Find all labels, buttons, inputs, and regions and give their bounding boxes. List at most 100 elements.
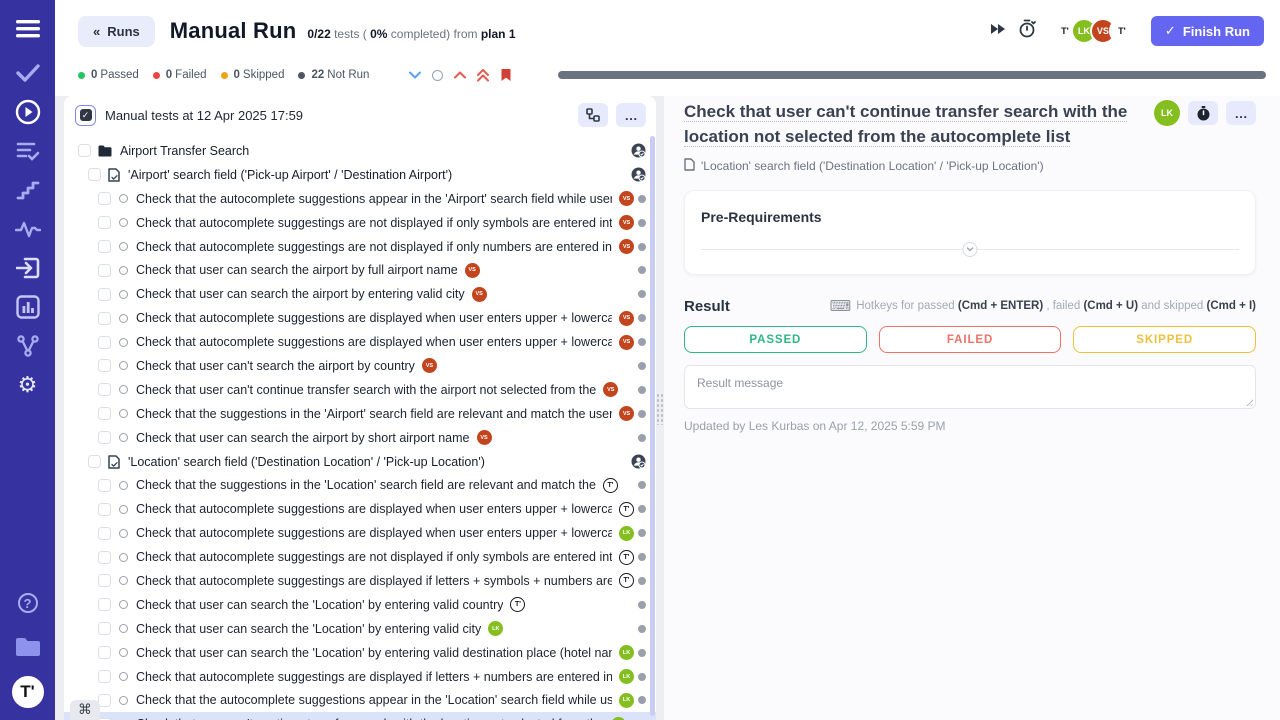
detail-more-button[interactable]: … [1226, 101, 1256, 125]
row-checkbox[interactable] [88, 455, 101, 468]
tree-row-test[interactable]: Check that autocomplete suggestings are … [64, 665, 656, 689]
assignee-avatar[interactable]: LK [1154, 100, 1180, 126]
tree-row-test[interactable]: Check that user can't continue transfer … [64, 378, 656, 402]
tree-row-test[interactable]: Check that user can't continue transfer … [64, 712, 656, 720]
row-checkbox[interactable] [98, 312, 111, 325]
workspace-avatar[interactable]: T' [12, 676, 44, 708]
tree-row-test[interactable]: Check that autocomplete suggestions are … [64, 521, 656, 545]
status-item: 0Passed [78, 69, 139, 81]
verdict-button-passed[interactable]: PASSED [684, 326, 867, 353]
row-checkbox[interactable] [98, 551, 111, 564]
tree-row-section[interactable]: 'Airport' search field ('Pick-up Airport… [64, 163, 656, 187]
chevrons-left-icon: « [93, 24, 100, 39]
pre-requirements-card: Pre-Requirements [684, 190, 1256, 275]
row-checkbox[interactable] [78, 144, 91, 157]
test-name: Check that autocomplete suggestings are … [136, 670, 612, 684]
assignee-icon[interactable] [631, 454, 646, 469]
run-meta-segment: 0/22 [307, 27, 330, 41]
filter-bookmark-icon[interactable] [500, 68, 512, 82]
row-checkbox[interactable] [88, 168, 101, 181]
assignee-icon[interactable] [631, 167, 646, 182]
tree-more-button[interactable]: … [616, 103, 646, 127]
row-checkbox[interactable] [98, 503, 111, 516]
analytics-chart-icon[interactable] [15, 294, 41, 320]
filter-double-chevron-up-icon[interactable] [477, 69, 489, 82]
result-message-input[interactable] [684, 365, 1256, 409]
assignee-icon[interactable] [631, 143, 646, 158]
tree-row-test[interactable]: Check that user can search the airport b… [64, 426, 656, 450]
row-checkbox[interactable] [98, 264, 111, 277]
status-row: 0Passed0Failed0Skipped22Not Run [55, 62, 1280, 96]
branches-git-icon[interactable] [15, 333, 41, 359]
back-to-runs-button[interactable]: « Runs [78, 16, 155, 47]
finish-run-button[interactable]: ✓ Finish Run [1151, 16, 1264, 46]
test-title[interactable]: Check that user can't continue transfer … [684, 100, 1127, 149]
projects-folder-icon[interactable] [15, 634, 41, 660]
tree-row-section[interactable]: 'Location' search field ('Destination Lo… [64, 450, 656, 474]
run-meta-segment: plan 1 [481, 27, 516, 41]
status-dot-icon [153, 72, 160, 79]
shared-steps-list-icon[interactable] [15, 138, 41, 164]
fast-forward-icon[interactable] [990, 22, 1006, 40]
select-all-checkbox[interactable]: ✓ [75, 105, 96, 126]
tree-view-button[interactable] [578, 103, 608, 127]
row-checkbox[interactable] [98, 336, 111, 349]
test-detail-panel: Check that user can't continue transfer … [664, 96, 1280, 720]
tree-row-test[interactable]: Check that user can search the 'Location… [64, 641, 656, 665]
tree-row-test[interactable]: Check that autocomplete suggestions are … [64, 306, 656, 330]
import-inbox-icon[interactable] [15, 255, 41, 281]
tree-row-test[interactable]: Check that user can search the airport b… [64, 282, 656, 306]
tree-row-test[interactable]: Check that the suggestions in the 'Airpo… [64, 402, 656, 426]
retry-timer-icon[interactable] [1018, 19, 1036, 43]
tree-row-test[interactable]: Check that autocomplete suggestings are … [64, 211, 656, 235]
row-checkbox[interactable] [98, 527, 111, 540]
tree-row-test[interactable]: Check that user can search the airport b… [64, 258, 656, 282]
not-run-dot-icon [638, 577, 646, 585]
tree-row-test[interactable]: Check that autocomplete suggestings are … [64, 545, 656, 569]
status-item: 0Failed [153, 69, 207, 81]
row-checkbox[interactable] [98, 383, 111, 396]
test-assignee-avatar: LK [619, 693, 634, 708]
test-assignee-avatar: T' [619, 573, 634, 588]
tree-row-test[interactable]: Check that autocomplete suggestings are … [64, 569, 656, 593]
tree-row-folder[interactable]: Airport Transfer Search [64, 139, 656, 163]
row-checkbox[interactable] [98, 646, 111, 659]
tree-row-test[interactable]: Check that the autocomplete suggestions … [64, 187, 656, 211]
row-checkbox[interactable] [98, 407, 111, 420]
tree-row-test[interactable]: Check that user can't search the airport… [64, 354, 656, 378]
row-checkbox[interactable] [98, 670, 111, 683]
tree-row-test[interactable]: Check that user can search the 'Location… [64, 617, 656, 641]
verdict-button-failed[interactable]: FAILED [879, 326, 1062, 353]
row-checkbox[interactable] [98, 288, 111, 301]
tree-scrollbar[interactable] [650, 136, 655, 716]
tree-row-test[interactable]: Check that autocomplete suggestions are … [64, 497, 656, 521]
milestones-stairs-icon[interactable] [15, 177, 41, 203]
filter-chevron-up-icon[interactable] [454, 71, 466, 79]
not-run-status-icon [119, 481, 128, 490]
filter-chevron-down-icon[interactable] [409, 71, 421, 79]
tests-check-icon[interactable] [15, 60, 41, 86]
row-checkbox[interactable] [98, 359, 111, 372]
tree-row-test[interactable]: Check that autocomplete suggestions are … [64, 330, 656, 354]
row-checkbox[interactable] [98, 192, 111, 205]
collapse-toggle-icon[interactable] [963, 242, 978, 257]
tree-row-test[interactable]: Check that autocomplete suggestings are … [64, 235, 656, 259]
pulse-activity-icon[interactable] [15, 216, 41, 242]
row-checkbox[interactable] [98, 431, 111, 444]
tree-row-test[interactable]: Check that the suggestions in the 'Locat… [64, 473, 656, 497]
menu-icon[interactable] [15, 16, 41, 42]
row-checkbox[interactable] [98, 240, 111, 253]
tree-row-test[interactable]: Check that user can search the 'Location… [64, 593, 656, 617]
row-checkbox[interactable] [98, 622, 111, 635]
settings-gear-icon[interactable]: ⚙ [15, 372, 41, 398]
timer-button[interactable] [1188, 101, 1218, 125]
filter-circle-icon[interactable] [432, 70, 443, 81]
row-checkbox[interactable] [98, 479, 111, 492]
row-checkbox[interactable] [98, 574, 111, 587]
runs-play-icon[interactable] [15, 99, 41, 125]
verdict-button-skipped[interactable]: SKIPPED [1073, 326, 1256, 353]
tree-row-test[interactable]: Check that the autocomplete suggestions … [64, 688, 656, 712]
row-checkbox[interactable] [98, 598, 111, 611]
help-icon[interactable]: ? [15, 590, 41, 616]
row-checkbox[interactable] [98, 216, 111, 229]
